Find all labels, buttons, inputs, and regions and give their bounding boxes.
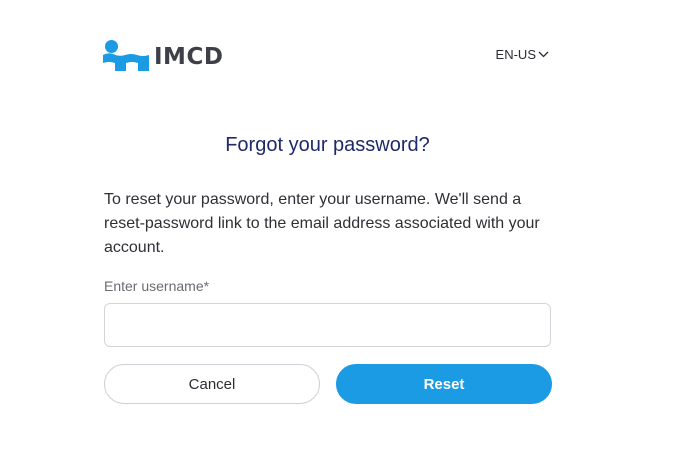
language-label: EN-US <box>495 47 536 62</box>
logo-text: IMCD <box>154 43 224 70</box>
instructions-text: To reset your password, enter your usern… <box>104 191 540 256</box>
imcd-logo: IMCD <box>103 39 223 71</box>
chevron-down-icon <box>538 51 549 58</box>
imcd-logo-icon <box>103 40 149 71</box>
cancel-button[interactable]: Cancel <box>104 364 320 404</box>
required-marker: * <box>203 278 210 294</box>
username-label: Enter username* <box>104 278 209 294</box>
username-label-text: Enter username <box>104 278 204 294</box>
username-input[interactable] <box>104 303 551 347</box>
reset-button[interactable]: Reset <box>336 364 552 404</box>
language-selector[interactable]: EN-US <box>496 47 549 62</box>
page-title: Forgot your password? <box>225 134 430 156</box>
forgot-password-page: IMCD EN-US Forgot your password? To rese… <box>0 0 697 467</box>
